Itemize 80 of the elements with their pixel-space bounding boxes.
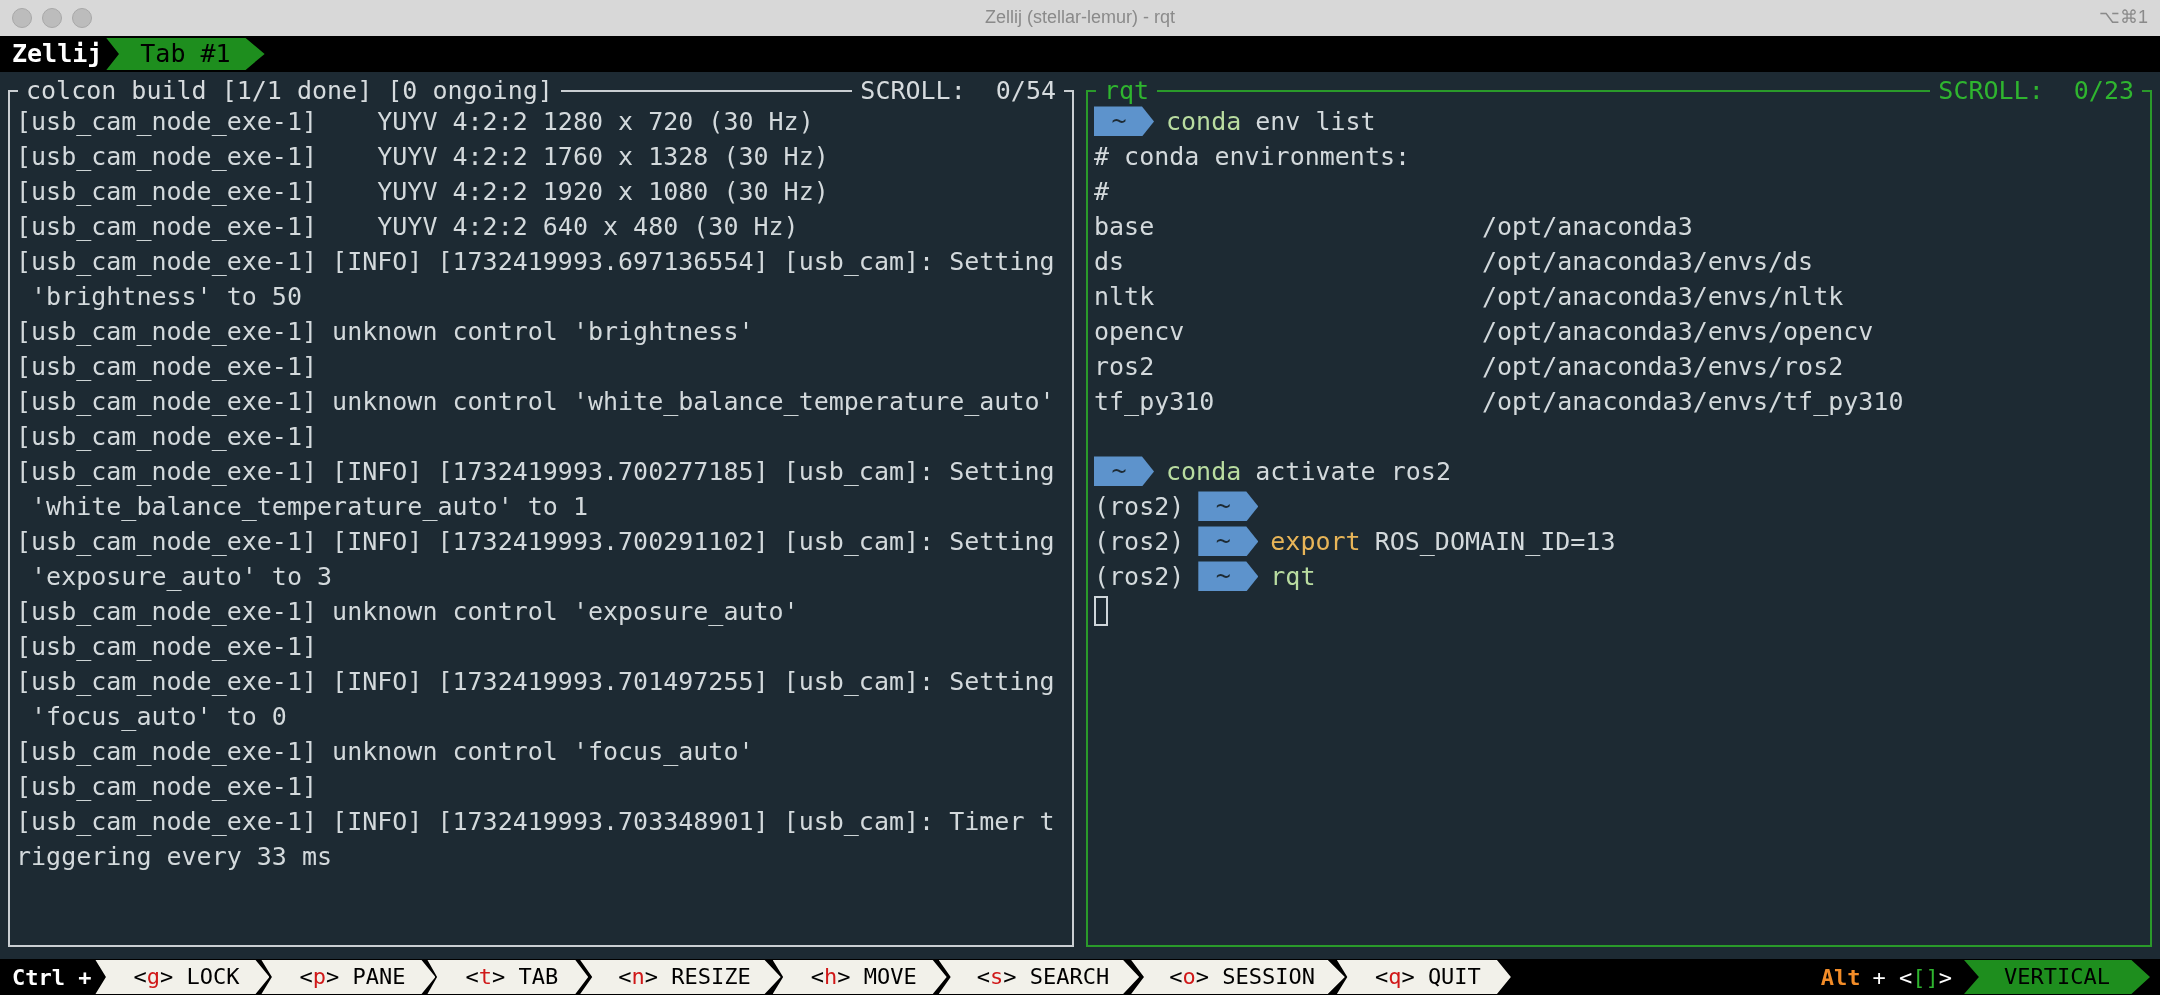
terminal-line: [usb_cam_node_exe-1] [INFO] [1732419993.697136554] [usb_cam]: Setting bbox=[16, 245, 1055, 278]
env-path: /opt/anaconda3/envs/opencv bbox=[1482, 315, 1874, 348]
scroll-indicator: SCROLL: 0/54 bbox=[859, 75, 1057, 108]
env-path: /opt/anaconda3/envs/ros2 bbox=[1482, 350, 1844, 383]
window-title: Zellij (stellar-lemur) - rqt bbox=[985, 7, 1175, 28]
border-corner bbox=[1064, 89, 1074, 104]
keybinding-hint[interactable]: <g> LOCK bbox=[95, 960, 270, 995]
pane-title: rqt bbox=[1103, 75, 1151, 108]
env-path: /opt/anaconda3/envs/ds bbox=[1482, 245, 1814, 278]
close-button[interactable] bbox=[12, 7, 32, 28]
minimize-button[interactable] bbox=[42, 7, 62, 28]
mode-indicator[interactable]: VERTICAL bbox=[1964, 960, 2150, 995]
venv-label: (ros2) bbox=[1094, 560, 1185, 593]
terminal-pane[interactable] bbox=[8, 77, 1074, 948]
directory-badge: ~ bbox=[1198, 526, 1259, 557]
terminal-line: [usb_cam_node_exe-1] [INFO] [1732419993.703348901] [usb_cam]: Timer t bbox=[16, 805, 1055, 838]
env-name: base bbox=[1094, 210, 1156, 243]
venv-label: (ros2) bbox=[1094, 525, 1185, 558]
terminal-line: [usb_cam_node_exe-1] YUYV 4:2:2 1760 x 1328 (30 Hz) bbox=[16, 140, 829, 173]
env-name: opencv bbox=[1094, 315, 1186, 348]
terminal-line: riggering every 33 ms bbox=[16, 840, 333, 873]
env-name: tf_py310 bbox=[1094, 385, 1216, 418]
terminal-line: [usb_cam_node_exe-1] bbox=[16, 770, 318, 803]
terminal-line: 'exposure_auto' to 3 bbox=[30, 560, 333, 593]
terminal-line: [usb_cam_node_exe-1] bbox=[16, 420, 318, 453]
terminal-line: [usb_cam_node_exe-1] unknown control 'exposure_auto' bbox=[16, 595, 799, 628]
command-name: conda bbox=[1166, 105, 1242, 138]
terminal-line: [usb_cam_node_exe-1] YUYV 4:2:2 1280 x 720 (30 Hz) bbox=[16, 105, 814, 138]
terminal-line: [usb_cam_node_exe-1] bbox=[16, 350, 318, 383]
command-name: conda bbox=[1166, 455, 1242, 488]
command-name: export bbox=[1270, 525, 1361, 558]
command-args: activate ros2 bbox=[1255, 455, 1451, 488]
terminal-line: [usb_cam_node_exe-1] [INFO] [1732419993.700291102] [usb_cam]: Setting bbox=[16, 525, 1055, 558]
border-corner bbox=[1086, 89, 1096, 104]
keybinding-hint[interactable]: <n> RESIZE bbox=[580, 960, 781, 995]
terminal-line: [usb_cam_node_exe-1] YUYV 4:2:2 640 x 480 (30 Hz) bbox=[16, 210, 799, 243]
text-cursor bbox=[1094, 596, 1108, 627]
modifier-label: Ctrl + bbox=[11, 963, 93, 992]
command-args: ROS_DOMAIN_ID=13 bbox=[1374, 525, 1616, 558]
terminal-line: 'brightness' to 50 bbox=[30, 280, 302, 313]
directory-badge: ~ bbox=[1094, 106, 1154, 137]
border-corner bbox=[8, 89, 18, 104]
terminal-line: [usb_cam_node_exe-1] unknown control 'focus_auto' bbox=[16, 735, 754, 768]
tab[interactable]: Tab #1 bbox=[106, 37, 265, 70]
alt-label: Alt bbox=[1820, 963, 1861, 992]
terminal-line: 'white_balance_temperature_auto' to 1 bbox=[30, 490, 588, 523]
session-name: Zellij bbox=[12, 38, 103, 71]
terminal-line: # bbox=[1094, 175, 1110, 208]
keybinding-hint[interactable]: <s> SEARCH bbox=[938, 960, 1140, 995]
env-name: ros2 bbox=[1094, 350, 1156, 383]
alt-hint: + <[]> bbox=[1872, 963, 1953, 992]
terminal-line: [usb_cam_node_exe-1] [INFO] [1732419993.700277185] [usb_cam]: Setting bbox=[16, 455, 1055, 488]
directory-badge: ~ bbox=[1198, 491, 1259, 522]
terminal-line: [usb_cam_node_exe-1] [INFO] [1732419993.701497255] [usb_cam]: Setting bbox=[16, 665, 1055, 698]
terminal-line: [usb_cam_node_exe-1] YUYV 4:2:2 1920 x 1080 (30 Hz) bbox=[16, 175, 829, 208]
venv-label: (ros2) bbox=[1094, 490, 1185, 523]
scroll-indicator: SCROLL: 0/23 bbox=[1937, 75, 2135, 108]
pane-title: colcon build [1/1 done] [0 ongoing] bbox=[25, 75, 554, 108]
keybinding-hint[interactable]: <p> PANE bbox=[261, 960, 436, 995]
keybinding-hint[interactable]: <t> TAB bbox=[427, 960, 589, 995]
terminal-line: # conda environments: bbox=[1094, 140, 1411, 173]
keybinding-hint[interactable]: <h> MOVE bbox=[772, 960, 947, 995]
border-corner bbox=[2142, 89, 2152, 104]
terminal-line: [usb_cam_node_exe-1] bbox=[16, 630, 318, 663]
zoom-button[interactable] bbox=[72, 7, 92, 28]
terminal-line: [usb_cam_node_exe-1] unknown control 'white_balance_temperature_auto' bbox=[16, 385, 1055, 418]
window-shortcut: ⌥⌘1 bbox=[2099, 7, 2148, 28]
keybinding-hint[interactable]: <q> QUIT bbox=[1336, 960, 1511, 995]
env-path: /opt/anaconda3 bbox=[1482, 210, 1693, 243]
directory-badge: ~ bbox=[1198, 561, 1259, 592]
command-name: rqt bbox=[1270, 560, 1316, 593]
env-path: /opt/anaconda3/envs/nltk bbox=[1482, 280, 1844, 313]
terminal-line: [usb_cam_node_exe-1] unknown control 'brightness' bbox=[16, 315, 754, 348]
terminal-line: 'focus_auto' to 0 bbox=[30, 700, 287, 733]
env-name: nltk bbox=[1094, 280, 1156, 313]
directory-badge: ~ bbox=[1094, 456, 1154, 487]
env-path: /opt/anaconda3/envs/tf_py310 bbox=[1482, 385, 1904, 418]
env-name: ds bbox=[1094, 245, 1126, 278]
keybinding-hint[interactable]: <o> SESSION bbox=[1131, 960, 1345, 995]
command-args: env list bbox=[1255, 105, 1376, 138]
